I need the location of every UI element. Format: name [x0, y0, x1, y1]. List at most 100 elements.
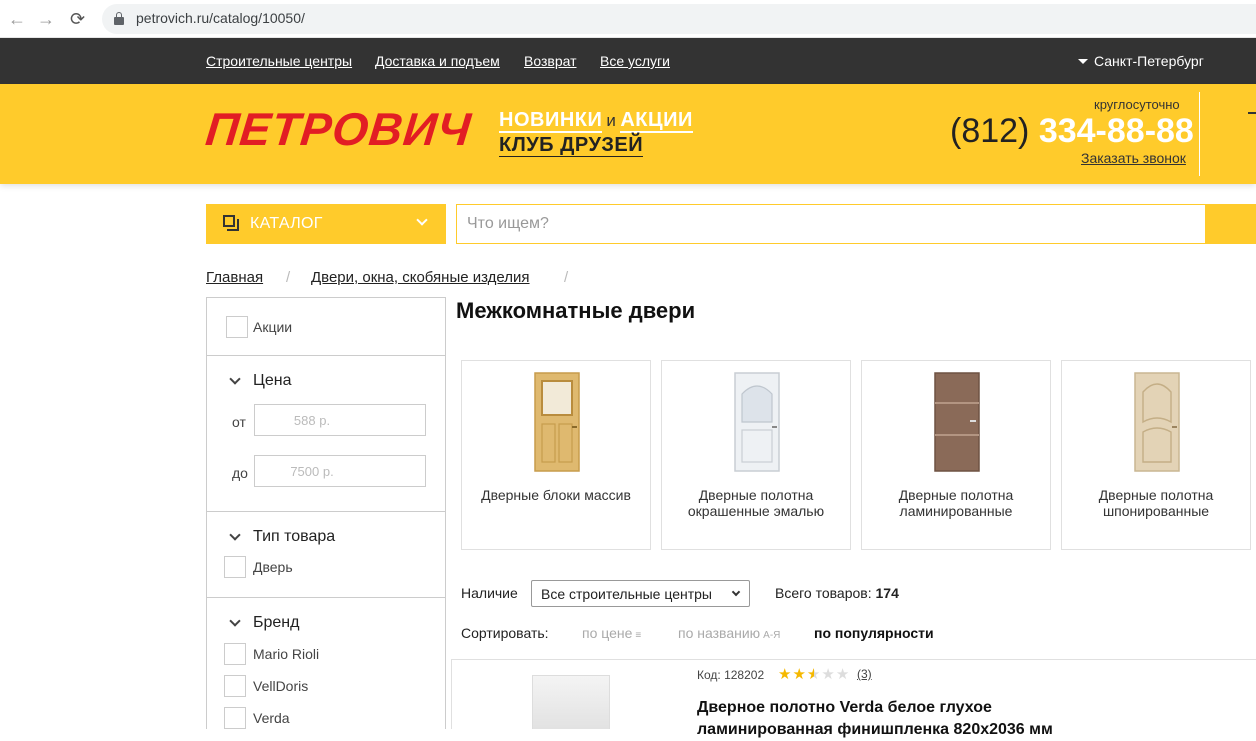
brand-velldoris-label: VellDoris: [253, 678, 309, 694]
back-arrow-icon[interactable]: ←: [8, 9, 26, 29]
sale-label: Акции: [253, 319, 293, 335]
reload-icon[interactable]: ⟳: [70, 9, 85, 29]
product-title[interactable]: Дверное полотно Verda белое глухое ламин…: [697, 697, 1097, 741]
site-header: ПЕТРОВИЧ НОВИНКИ и АКЦИИ КЛУБ ДРУЗЕЙ кругл…: [0, 84, 1256, 184]
forward-arrow-icon[interactable]: →: [37, 9, 55, 29]
top-navigation-bar: Строительные центры Доставка и подъем Во…: [0, 38, 1256, 84]
new-products-link[interactable]: НОВИНКИ: [499, 109, 603, 133]
brand-velldoris-checkbox[interactable]: [224, 675, 246, 697]
price-to-input[interactable]: [254, 455, 426, 487]
nav-link-delivery[interactable]: Доставка и подъем: [375, 53, 500, 69]
product-image[interactable]: [532, 675, 610, 729]
promo-and-text: и: [606, 111, 617, 130]
search-input[interactable]: [456, 204, 1206, 244]
nav-link-stores[interactable]: Строительные центры: [206, 53, 352, 69]
phone-code: (812): [950, 112, 1030, 150]
catalog-icon: [223, 215, 239, 231]
catalog-button[interactable]: КАТАЛОГ: [206, 204, 446, 244]
chevron-down-icon[interactable]: [229, 615, 241, 627]
brand-mario-rioli-checkbox[interactable]: [224, 643, 246, 665]
sort-label: Сортировать:: [461, 625, 549, 641]
filter-brand-section: Бренд Mario Rioli VellDoris Verda: [207, 598, 445, 730]
page-title: Межкомнатные двери: [456, 298, 696, 323]
type-heading[interactable]: Тип товара: [253, 528, 335, 546]
url-text[interactable]: petrovich.ru/catalog/10050/: [136, 10, 305, 26]
star-empty-icon: ★: [835, 666, 851, 683]
city-selector[interactable]: Санкт-Петербург: [1078, 53, 1204, 69]
category-card-solid-wood[interactable]: Дверные блоки массив: [461, 360, 651, 550]
chevron-down-icon[interactable]: [229, 373, 241, 385]
chevron-down-icon: [416, 214, 428, 226]
breadcrumb-separator: /: [286, 269, 291, 286]
rating-stars: ★★★★★: [778, 665, 850, 683]
filter-price-section: Цена от до: [207, 356, 445, 512]
filter-type-section: Тип товара Дверь: [207, 512, 445, 598]
lock-icon: [114, 12, 124, 25]
filter-sale-section: Акции: [207, 298, 445, 356]
catalog-label: КАТАЛОГ: [250, 215, 323, 232]
phone-digits: 334-88-88: [1038, 112, 1194, 150]
hours-text: круглосуточно: [1094, 97, 1180, 112]
browser-toolbar: ← → ⟳ petrovich.ru/catalog/10050/: [0, 0, 1256, 38]
sort-by-name[interactable]: по названию А-Я: [678, 625, 780, 641]
sort-by-popularity[interactable]: по популярности: [814, 625, 934, 641]
logo[interactable]: ПЕТРОВИЧ: [203, 102, 474, 156]
menu-dash-icon[interactable]: [1248, 112, 1256, 114]
reviews-link[interactable]: (3): [857, 667, 872, 681]
filters-sidebar: Акции Цена от до Тип товара Дверь Бренд …: [206, 297, 446, 729]
nav-link-services[interactable]: Все услуги: [600, 53, 670, 69]
total-number: 174: [875, 585, 899, 601]
price-from-input[interactable]: [254, 404, 426, 436]
address-bar[interactable]: petrovich.ru/catalog/10050/: [102, 4, 1256, 34]
total-label: Всего товаров:: [775, 585, 872, 601]
header-divider: [1199, 92, 1200, 176]
star-full-icon: ★: [792, 666, 807, 683]
type-door-checkbox[interactable]: [224, 556, 246, 578]
veneer-door-icon: [1134, 372, 1180, 472]
breadcrumb-home[interactable]: Главная: [206, 269, 263, 286]
sort-by-price[interactable]: по цене ≡: [582, 625, 641, 641]
category-card-veneer[interactable]: Дверные полотна шпонированные: [1061, 360, 1251, 550]
availability-value: Все строительные центры: [541, 586, 712, 602]
nav-link-returns[interactable]: Возврат: [524, 53, 577, 69]
star-full-icon: ★: [778, 666, 793, 683]
white-enamel-door-icon: [734, 372, 780, 472]
friends-club-link[interactable]: КЛУБ ДРУЗЕЙ: [499, 134, 644, 157]
brand-verda-label: Verda: [253, 710, 290, 726]
total-count: Всего товаров: 174: [775, 585, 899, 601]
availability-label: Наличие: [461, 585, 518, 601]
category-label: Дверные полотна ламинированные: [898, 487, 1014, 519]
availability-select[interactable]: Все строительные центры: [531, 580, 750, 607]
sales-link[interactable]: АКЦИИ: [620, 109, 693, 133]
price-to-label: до: [232, 465, 248, 481]
caret-down-icon: [1078, 58, 1088, 64]
sort-lines-icon: ≡: [635, 630, 642, 641]
brand-heading[interactable]: Бренд: [253, 614, 299, 632]
phone-number[interactable]: (812) 334-88-88: [950, 112, 1194, 151]
brand-mario-rioli-label: Mario Rioli: [253, 646, 320, 662]
sort-by-name-hint: А-Я: [763, 630, 781, 641]
breadcrumb-separator: /: [564, 269, 569, 286]
callback-link[interactable]: Заказать звонок: [1081, 150, 1186, 166]
solid-wood-door-icon: [534, 372, 580, 472]
sort-by-name-label: по названию: [678, 625, 761, 641]
city-name: Санкт-Петербург: [1094, 53, 1204, 69]
price-heading[interactable]: Цена: [253, 372, 291, 390]
type-door-label: Дверь: [253, 559, 293, 575]
price-from-label: от: [232, 414, 246, 430]
chevron-down-icon[interactable]: [229, 529, 241, 541]
promo-links: НОВИНКИ и АКЦИИ: [499, 109, 693, 133]
star-empty-icon: ★: [821, 666, 836, 683]
category-label: Дверные блоки массив: [481, 487, 631, 503]
breadcrumb-doors-windows[interactable]: Двери, окна, скобяные изделия: [311, 269, 530, 286]
category-label: Дверные полотна окрашенные эмалью: [687, 487, 825, 519]
brand-verda-checkbox[interactable]: [224, 707, 246, 729]
sale-checkbox[interactable]: [226, 316, 248, 338]
chevron-down-icon: [731, 587, 741, 597]
sort-by-price-label: по цене: [582, 625, 633, 641]
laminated-door-icon: [934, 372, 980, 472]
category-card-laminated[interactable]: Дверные полотна ламинированные: [861, 360, 1051, 550]
search-button[interactable]: [1205, 204, 1256, 244]
product-code: Код: 128202: [697, 668, 765, 682]
category-card-enamel[interactable]: Дверные полотна окрашенные эмалью: [661, 360, 851, 550]
